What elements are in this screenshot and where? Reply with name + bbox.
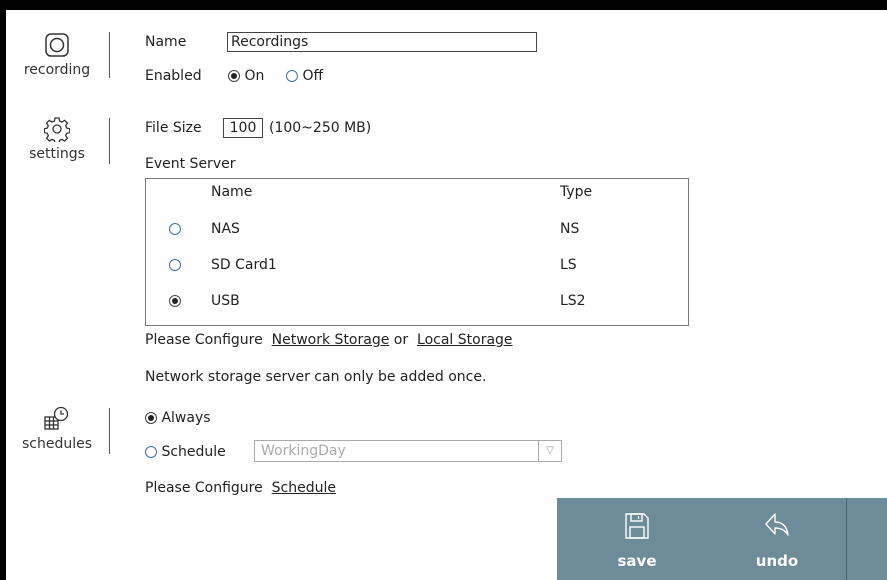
always-label: Always <box>161 410 211 426</box>
file-size-label: File Size <box>145 120 202 136</box>
always-radio[interactable] <box>145 412 157 424</box>
settings-section: settings <box>12 116 102 162</box>
schedule-select[interactable]: WorkingDay ▽ <box>254 440 562 462</box>
footer-divider <box>846 498 847 580</box>
recording-section-label: recording <box>23 62 91 78</box>
schedules-section: schedules <box>8 406 106 452</box>
table-row-name: NAS <box>211 221 240 237</box>
table-header-name: Name <box>211 184 253 200</box>
schedules-section-label: schedules <box>21 436 93 452</box>
configure-prefix: Please Configure <box>145 332 263 348</box>
schedule-radio[interactable] <box>145 446 157 458</box>
enabled-on-radio[interactable] <box>228 70 240 82</box>
always-option[interactable]: Always <box>145 410 211 426</box>
file-size-range: (100~250 MB) <box>269 120 372 136</box>
section-divider <box>109 118 110 164</box>
schedule-link[interactable]: Schedule <box>272 480 336 496</box>
enabled-label: Enabled <box>145 68 202 84</box>
table-row-name: USB <box>211 293 240 309</box>
section-divider <box>109 408 110 454</box>
settings-section-label: settings <box>29 146 85 162</box>
gear-icon <box>43 117 71 145</box>
undo-arrow-icon <box>765 513 789 536</box>
table-row-type: LS <box>560 257 577 273</box>
enabled-on-label: On <box>244 68 265 84</box>
event-server-label: Event Server <box>145 156 236 172</box>
table-header-type: Type <box>560 184 593 200</box>
table-row-type: NS <box>560 221 580 237</box>
save-label: save <box>617 552 657 570</box>
event-server-radio-nas[interactable] <box>169 223 181 235</box>
schedule-option[interactable]: Schedule <box>145 444 226 460</box>
schedule-label: Schedule <box>161 444 226 460</box>
name-input[interactable]: Recordings <box>227 32 537 52</box>
floppy-disk-icon <box>625 513 649 539</box>
enabled-off-option[interactable]: Off <box>286 68 323 84</box>
event-server-radio-usb[interactable] <box>169 295 181 307</box>
action-bar: save undo <box>557 498 887 580</box>
file-size-input[interactable]: 100 <box>223 118 263 138</box>
configure-prefix: Please Configure <box>145 480 263 496</box>
save-button[interactable]: save <box>567 498 707 580</box>
table-row-name: SD Card1 <box>211 257 277 273</box>
configure-schedule-text: Please Configure Schedule <box>145 480 336 496</box>
record-icon <box>45 33 69 57</box>
undo-button[interactable]: undo <box>707 498 847 580</box>
undo-label: undo <box>755 552 799 570</box>
network-storage-link[interactable]: Network Storage <box>272 332 390 348</box>
section-divider <box>109 32 110 78</box>
network-storage-note: Network storage server can only be added… <box>145 369 487 385</box>
table-row-type: LS2 <box>560 293 586 309</box>
or-text: or <box>393 332 409 348</box>
recording-settings-page: recording Name Recordings Enabled On Off… <box>6 10 887 580</box>
recording-section: recording <box>12 32 102 78</box>
configure-storage-text: Please Configure Network Storage or Loca… <box>145 332 513 348</box>
local-storage-link[interactable]: Local Storage <box>417 332 513 348</box>
event-server-radio-sd-card1[interactable] <box>169 259 181 271</box>
enabled-off-radio[interactable] <box>286 70 298 82</box>
enabled-on-option[interactable]: On <box>228 68 264 84</box>
chevron-down-icon[interactable]: ▽ <box>538 441 561 461</box>
enabled-off-label: Off <box>302 68 324 84</box>
calendar-clock-icon <box>44 406 69 430</box>
name-label: Name <box>145 34 187 50</box>
schedule-select-value: WorkingDay <box>261 443 346 459</box>
